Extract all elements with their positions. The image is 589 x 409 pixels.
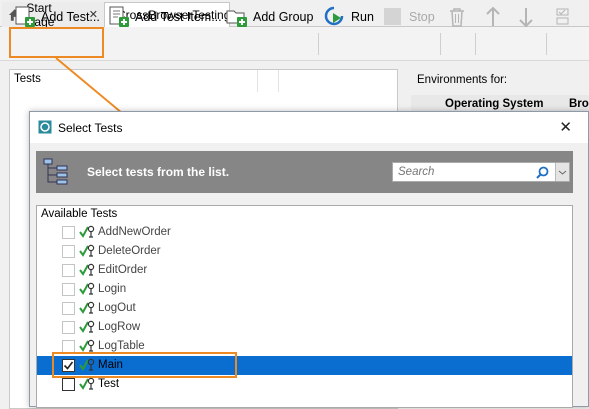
- close-icon[interactable]: ✕: [559, 118, 572, 136]
- test-checkbox[interactable]: [62, 245, 75, 258]
- keyword-test-icon: [79, 281, 95, 297]
- test-checkbox[interactable]: [62, 264, 75, 277]
- keyword-test-icon: [79, 300, 95, 316]
- test-name: DeleteOrder: [98, 245, 161, 257]
- test-name: AddNewOrder: [98, 226, 171, 238]
- search-dropdown-button[interactable]: [555, 163, 569, 181]
- search-input[interactable]: [396, 164, 536, 180]
- main-row-highlight: [52, 352, 237, 378]
- dialog-banner-text: Select tests from the list.: [87, 165, 230, 179]
- test-name: LogRow: [98, 321, 141, 333]
- chevron-down-icon: [558, 170, 567, 175]
- keyword-test-icon: [79, 243, 95, 259]
- test-checkbox[interactable]: [62, 302, 75, 315]
- test-row[interactable]: Login: [37, 280, 572, 299]
- test-checkbox[interactable]: [62, 378, 75, 391]
- test-row[interactable]: DeleteOrder: [37, 242, 572, 261]
- dialog-title: Select Tests: [58, 121, 123, 135]
- test-name: LogOut: [98, 302, 136, 314]
- keyword-test-icon: [79, 262, 95, 278]
- test-checkbox[interactable]: [62, 283, 75, 296]
- keyword-test-icon: [79, 376, 95, 392]
- dialog-title-bar: Select Tests ✕: [30, 112, 588, 143]
- keyword-test-icon: [79, 319, 95, 335]
- available-tests-header: Available Tests: [41, 208, 118, 220]
- test-row[interactable]: EditOrder: [37, 261, 572, 280]
- search-box[interactable]: [392, 162, 570, 182]
- test-name: Login: [98, 283, 127, 295]
- test-name: LogTable: [98, 340, 145, 352]
- test-name: EditOrder: [98, 264, 148, 276]
- dialog-banner: Select tests from the list.: [36, 151, 573, 193]
- dialog-app-icon: [38, 120, 52, 134]
- test-row[interactable]: LogRow: [37, 318, 572, 337]
- test-checkbox[interactable]: [62, 226, 75, 239]
- test-row[interactable]: LogOut: [37, 299, 572, 318]
- test-tree-icon: [43, 158, 68, 185]
- test-name: Test: [98, 378, 120, 390]
- test-row[interactable]: AddNewOrder: [37, 223, 572, 242]
- test-checkbox[interactable]: [62, 321, 75, 334]
- search-icon[interactable]: [536, 166, 549, 179]
- keyword-test-icon: [79, 224, 95, 240]
